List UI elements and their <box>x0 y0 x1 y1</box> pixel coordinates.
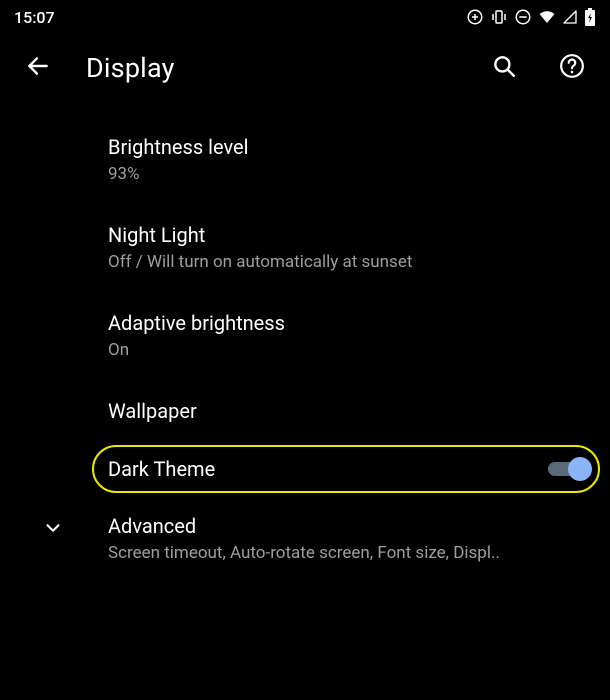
setting-title: Brightness level <box>108 134 584 161</box>
setting-summary: Screen timeout, Auto-rotate screen, Font… <box>108 542 584 565</box>
status-icons <box>466 8 596 26</box>
chevron-down-icon <box>42 517 64 543</box>
settings-list: Brightness level 93% Night Light Off / W… <box>0 96 610 583</box>
page-title: Display <box>86 52 456 84</box>
setting-title: Night Light <box>108 222 584 249</box>
search-button[interactable] <box>484 48 524 88</box>
help-icon <box>559 53 585 83</box>
setting-advanced[interactable]: Advanced Screen timeout, Auto-rotate scr… <box>0 495 610 583</box>
setting-night-light[interactable]: Night Light Off / Will turn on automatic… <box>0 204 610 292</box>
setting-title: Advanced <box>108 513 584 540</box>
back-button[interactable] <box>18 48 58 88</box>
setting-title: Dark Theme <box>108 457 215 481</box>
signal-icon <box>562 9 578 25</box>
setting-brightness-level[interactable]: Brightness level 93% <box>0 116 610 204</box>
dnd-icon <box>514 8 532 26</box>
setting-title: Adaptive brightness <box>108 310 584 337</box>
status-time: 15:07 <box>14 8 55 27</box>
setting-value: Off / Will turn on automatically at suns… <box>108 251 584 274</box>
setting-value: On <box>108 339 584 362</box>
status-bar: 15:07 <box>0 0 610 30</box>
vibrate-icon <box>490 8 508 26</box>
setting-dark-theme[interactable]: Dark Theme <box>0 443 610 495</box>
setting-wallpaper[interactable]: Wallpaper <box>0 380 610 443</box>
setting-value: 93% <box>108 163 584 186</box>
search-icon <box>491 53 517 83</box>
add-circle-icon <box>466 8 484 26</box>
battery-charging-icon <box>584 8 596 26</box>
help-button[interactable] <box>552 48 592 88</box>
app-bar: Display <box>0 30 610 96</box>
wifi-icon <box>538 8 556 26</box>
setting-adaptive-brightness[interactable]: Adaptive brightness On <box>0 292 610 380</box>
arrow-back-icon <box>25 53 51 83</box>
setting-title: Wallpaper <box>108 398 584 425</box>
toggle-thumb <box>568 457 592 481</box>
dark-theme-toggle[interactable] <box>548 457 588 481</box>
